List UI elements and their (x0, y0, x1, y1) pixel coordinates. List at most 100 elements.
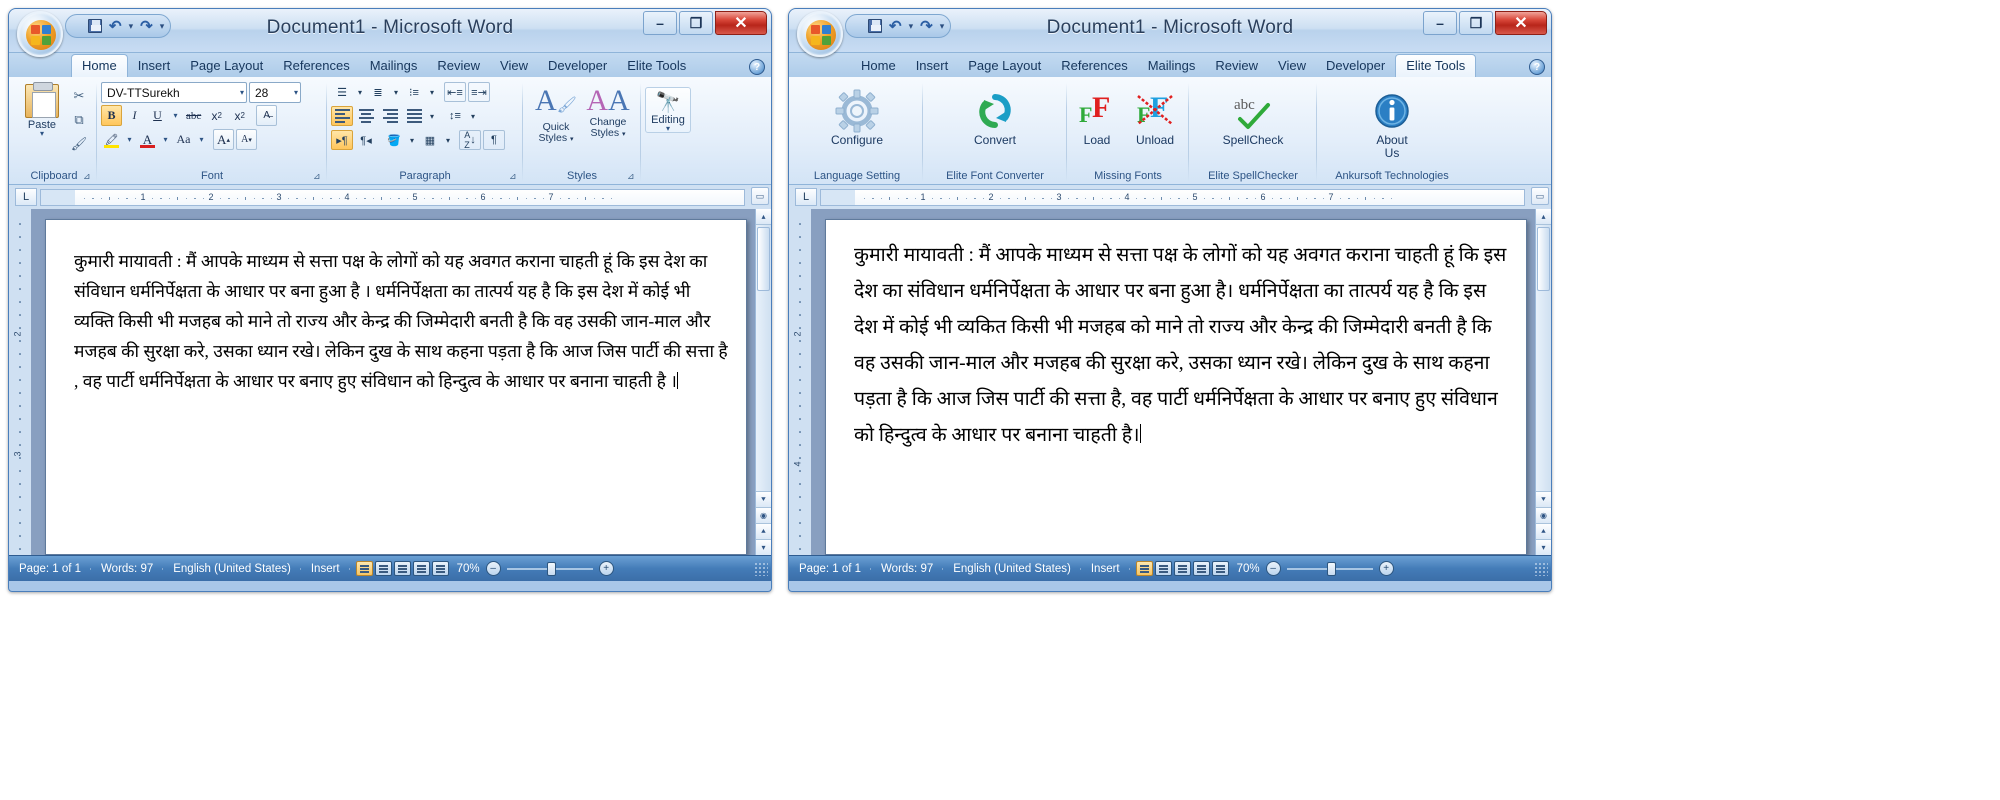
previous-page-icon[interactable]: ⯅ (756, 523, 771, 539)
change-case-dropdown-icon[interactable]: ▾ (196, 129, 207, 150)
shading-dropdown-icon[interactable]: ▾ (407, 130, 417, 150)
tab-elite-tools[interactable]: Elite Tools (1395, 54, 1477, 77)
zoom-slider-thumb[interactable] (546, 561, 556, 576)
spellcheck-button[interactable]: abc SpellCheck (1215, 82, 1292, 147)
clipboard-dialog-launcher-icon[interactable]: ⊿ (83, 171, 94, 184)
borders-button[interactable]: ▦ (419, 130, 441, 150)
zoom-level-label[interactable]: 70% (1237, 563, 1260, 575)
status-insert-mode[interactable]: Insert (1081, 563, 1130, 575)
select-browse-object-icon[interactable]: ◉ (756, 507, 771, 523)
tab-developer[interactable]: Developer (1316, 55, 1395, 77)
view-outline-button[interactable] (412, 561, 430, 576)
zoom-in-button[interactable]: + (598, 561, 614, 576)
convert-button[interactable]: Convert (965, 82, 1025, 147)
undo-icon[interactable]: ↶ (889, 17, 902, 35)
justify-dropdown-icon[interactable]: ▾ (427, 106, 437, 126)
maximize-button[interactable]: ❐ (1459, 11, 1493, 35)
scrollbar-thumb[interactable] (1537, 227, 1550, 291)
font-size-combo[interactable]: 28 ▾ (249, 82, 301, 103)
shrink-font-button[interactable]: A ▾ (236, 129, 257, 150)
zoom-slider[interactable] (1286, 561, 1373, 576)
scroll-up-icon[interactable]: ▴ (1536, 209, 1551, 225)
maximize-button[interactable]: ❐ (679, 11, 713, 35)
previous-page-icon[interactable]: ⯅ (1536, 523, 1551, 539)
view-draft-button[interactable] (1211, 561, 1229, 576)
bullets-button[interactable]: ☰ (331, 82, 353, 102)
redo-icon[interactable]: ↷ (920, 17, 933, 35)
redo-icon[interactable]: ↷ (140, 17, 153, 35)
subscript-button[interactable]: x2 (206, 105, 227, 126)
tab-home[interactable]: Home (71, 54, 128, 77)
change-styles-button[interactable]: AA Change Styles ▾ (583, 85, 633, 140)
document-body-left[interactable]: कुमारी मायावती : मैं आपके माध्यम से सत्त… (46, 220, 746, 396)
cut-icon[interactable]: ✂ (69, 86, 89, 106)
configure-button[interactable]: Configure (823, 82, 891, 147)
view-print-layout-button[interactable] (355, 561, 373, 576)
chevron-down-icon[interactable]: ▾ (291, 88, 298, 97)
underline-button[interactable]: U (147, 105, 168, 126)
font-color-dropdown-icon[interactable]: ▾ (160, 129, 171, 150)
help-icon[interactable]: ? (1529, 59, 1545, 75)
format-painter-icon[interactable]: 🖌 (69, 134, 89, 154)
bold-button[interactable]: B (101, 105, 122, 126)
horizontal-ruler-right[interactable]: 1 2 3 4 5 6 7 (820, 188, 1525, 206)
office-orb-button-left[interactable] (17, 11, 63, 57)
center-button[interactable] (355, 106, 377, 126)
sort-button[interactable]: A Z ↓ (459, 130, 481, 150)
zoom-out-button[interactable]: – (485, 561, 501, 576)
resize-grip[interactable] (1534, 561, 1548, 576)
numbering-button[interactable]: ≣ (367, 82, 389, 102)
vertical-scrollbar-left[interactable]: ▴ ⯆ ◉ ⯅ ▾ (755, 209, 771, 555)
show-ruler-toggle[interactable]: ▭ (751, 187, 769, 205)
rtl-text-direction-button[interactable]: ¶◂ (355, 130, 377, 150)
status-language[interactable]: English (United States) (943, 563, 1081, 575)
bullets-dropdown-icon[interactable]: ▾ (355, 82, 365, 102)
undo-dropdown-icon[interactable]: ▾ (129, 21, 134, 32)
tab-review[interactable]: Review (1205, 55, 1268, 77)
tab-references[interactable]: References (1051, 55, 1137, 77)
zoom-out-button[interactable]: – (1265, 561, 1281, 576)
line-spacing-dropdown-icon[interactable]: ▾ (468, 106, 478, 126)
align-right-button[interactable] (379, 106, 401, 126)
ltr-text-direction-button[interactable]: ▸¶ (331, 130, 353, 150)
view-outline-button[interactable] (1192, 561, 1210, 576)
paste-button[interactable]: Paste ▾ (15, 82, 69, 138)
tab-developer[interactable]: Developer (538, 55, 617, 77)
view-web-layout-button[interactable] (393, 561, 411, 576)
multilevel-dropdown-icon[interactable]: ▾ (427, 82, 437, 102)
status-words[interactable]: Words: 97 (91, 563, 164, 575)
borders-dropdown-icon[interactable]: ▾ (443, 130, 453, 150)
tab-insert[interactable]: Insert (128, 55, 181, 77)
undo-dropdown-icon[interactable]: ▾ (909, 21, 914, 32)
save-icon[interactable] (868, 19, 882, 33)
tab-review[interactable]: Review (427, 55, 490, 77)
view-print-layout-button[interactable] (1135, 561, 1153, 576)
customize-qat-icon[interactable]: ▾ (160, 21, 165, 32)
close-button[interactable]: ✕ (1495, 11, 1547, 35)
paragraph-dialog-launcher-icon[interactable]: ⊿ (509, 171, 520, 184)
minimize-button[interactable]: – (643, 11, 677, 35)
tab-view[interactable]: View (1268, 55, 1316, 77)
superscript-button[interactable]: x2 (229, 105, 250, 126)
increase-indent-button[interactable]: ≡⇥ (468, 82, 490, 102)
next-page-icon[interactable]: ⯆ (1536, 491, 1551, 507)
zoom-level-label[interactable]: 70% (457, 563, 480, 575)
justify-button[interactable] (403, 106, 425, 126)
tab-view[interactable]: View (490, 55, 538, 77)
zoom-in-button[interactable]: + (1378, 561, 1394, 576)
copy-icon[interactable]: ⧉ (69, 110, 89, 130)
zoom-slider[interactable] (506, 561, 593, 576)
tab-home[interactable]: Home (851, 55, 906, 77)
zoom-slider-thumb[interactable] (1326, 561, 1336, 576)
document-page-left[interactable]: कुमारी मायावती : मैं आपके माध्यम से सत्त… (45, 219, 747, 555)
view-web-layout-button[interactable] (1173, 561, 1191, 576)
underline-dropdown-icon[interactable]: ▾ (170, 105, 181, 126)
show-hide-marks-button[interactable]: ¶ (483, 130, 505, 150)
scroll-down-icon[interactable]: ▾ (756, 539, 771, 555)
view-draft-button[interactable] (431, 561, 449, 576)
help-icon[interactable]: ? (749, 59, 765, 75)
tab-mailings[interactable]: Mailings (360, 55, 428, 77)
resize-grip[interactable] (754, 561, 768, 576)
status-words[interactable]: Words: 97 (871, 563, 944, 575)
scrollbar-thumb[interactable] (757, 227, 770, 291)
